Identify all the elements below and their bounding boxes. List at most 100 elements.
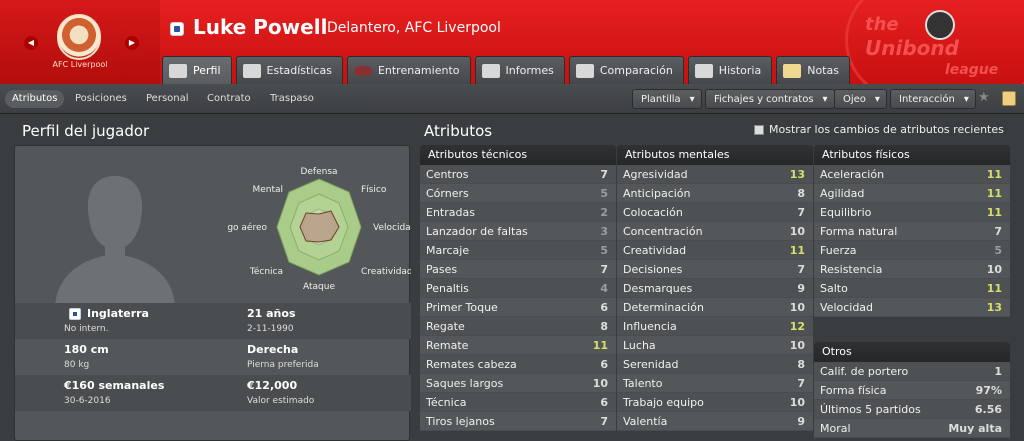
attribute-name: Agresividad <box>623 167 688 181</box>
attribute-row[interactable]: Resistencia 10 <box>814 260 1010 279</box>
prev-arrow-icon[interactable]: ◀ <box>24 36 38 50</box>
tab-informes[interactable]: Informes <box>474 56 565 84</box>
attribute-row[interactable]: Agilidad 11 <box>814 184 1010 203</box>
attribute-row[interactable]: Tiros lejanos 7 <box>420 412 616 431</box>
attribute-row[interactable]: Lanzador de faltas 3 <box>420 222 616 241</box>
attribute-row[interactable]: Lucha 10 <box>617 336 813 355</box>
attribute-name: Moral <box>820 421 851 435</box>
attribute-row[interactable]: Valentía 9 <box>617 412 813 431</box>
tab-estadisticas[interactable]: Estadísticas <box>235 56 343 84</box>
attribute-value: 5 <box>994 243 1002 257</box>
attribute-row[interactable]: Últimos 5 partidos 6.56 <box>814 400 1010 419</box>
subnav-traspaso[interactable]: Traspaso <box>263 90 321 108</box>
player-name: Luke Powell <box>193 15 328 39</box>
attribute-row[interactable]: Primer Toque 6 <box>420 298 616 317</box>
attribute-name: Técnica <box>426 395 467 409</box>
tab-entrenamiento[interactable]: Entrenamiento <box>346 56 471 84</box>
attribute-name: Desmarques <box>623 281 693 295</box>
subnav-personal[interactable]: Personal <box>139 90 196 108</box>
attribute-row[interactable]: Forma física 97% <box>814 381 1010 400</box>
tab-notas[interactable]: Notas <box>776 56 850 84</box>
attribute-value: 13 <box>789 167 805 181</box>
other-attributes-list: Calif. de portero 1 Forma física 97% Últimos… <box>814 362 1010 438</box>
attribute-row[interactable]: Velocidad 13 <box>814 298 1010 317</box>
attribute-name: Remates cabeza <box>426 357 517 371</box>
nationality[interactable]: Inglaterra <box>87 307 149 320</box>
weight: 80 kg <box>64 360 90 370</box>
attribute-value: 3 <box>600 224 608 238</box>
attribute-row[interactable]: Córners 5 <box>420 184 616 203</box>
attribute-row[interactable]: Influencia 12 <box>617 317 813 336</box>
tab-label: Perfil <box>193 64 221 77</box>
attribute-value: 6 <box>600 357 608 371</box>
tab-historia[interactable]: Historia <box>687 56 773 84</box>
attribute-row[interactable]: Centros 7 <box>420 165 616 184</box>
attribute-row[interactable]: Desmarques 9 <box>617 279 813 298</box>
attribute-value: 12 <box>789 319 805 333</box>
attribute-row[interactable]: Talento 7 <box>617 374 813 393</box>
attribute-row[interactable]: Serenidad 8 <box>617 355 813 374</box>
subnav-contrato[interactable]: Contrato <box>200 90 258 108</box>
attribute-row[interactable]: Creatividad 11 <box>617 241 813 260</box>
show-changes-checkbox[interactable] <box>754 125 764 135</box>
attribute-row[interactable]: Moral Muy alta <box>814 419 1010 438</box>
logo-text-unibond: Unibond <box>865 36 959 60</box>
subnav-posiciones[interactable]: Posiciones <box>68 90 134 108</box>
radar-label-creatividad: Creatividad <box>361 267 411 277</box>
attribute-row[interactable]: Salto 11 <box>814 279 1010 298</box>
attribute-row[interactable]: Agresividad 13 <box>617 165 813 184</box>
club-crest[interactable] <box>57 14 101 60</box>
show-changes-label[interactable]: Mostrar los cambios de atributos recient… <box>769 123 1004 136</box>
attribute-row[interactable]: Entradas 2 <box>420 203 616 222</box>
player-silhouette-icon <box>55 176 175 306</box>
next-arrow-icon[interactable]: ▶ <box>125 36 139 50</box>
player-position-club[interactable]: Delantero, AFC Liverpool <box>327 20 501 36</box>
attribute-value: 6.56 <box>974 402 1002 416</box>
attribute-name: Calif. de portero <box>820 364 909 378</box>
attribute-row[interactable]: Equilibrio 11 <box>814 203 1010 222</box>
attribute-row[interactable]: Calif. de portero 1 <box>814 362 1010 381</box>
attribute-value: 10 <box>789 224 805 238</box>
notes-icon <box>783 63 802 78</box>
compare-icon <box>575 63 594 78</box>
star-icon[interactable]: ★ <box>978 90 990 105</box>
interaccion-dropdown[interactable]: Interacción <box>890 89 976 110</box>
plantilla-dropdown[interactable]: Plantilla <box>632 89 702 110</box>
attribute-value: 7 <box>600 414 608 428</box>
attribute-row[interactable]: Forma natural 7 <box>814 222 1010 241</box>
attribute-row[interactable]: Fuerza 5 <box>814 241 1010 260</box>
attribute-value: 7 <box>600 262 608 276</box>
mental-attributes-list: Agresividad 13 Anticipación 8 Colocación 7 Con… <box>617 165 813 431</box>
attribute-row[interactable]: Trabajo equipo 10 <box>617 393 813 412</box>
tab-comparacion[interactable]: Comparación <box>568 56 684 84</box>
ojeo-dropdown[interactable]: Ojeo <box>834 89 887 110</box>
attribute-value: 2 <box>600 205 608 219</box>
attribute-row[interactable]: Concentración 10 <box>617 222 813 241</box>
attribute-row[interactable]: Remates cabeza 6 <box>420 355 616 374</box>
attribute-row[interactable]: Técnica 6 <box>420 393 616 412</box>
fichajes-dropdown[interactable]: Fichajes y contratos <box>705 89 835 110</box>
attribute-row[interactable]: Anticipación 8 <box>617 184 813 203</box>
attribute-row[interactable]: Pases 7 <box>420 260 616 279</box>
attribute-row[interactable]: Saques largos 10 <box>420 374 616 393</box>
attribute-row[interactable]: Regate 8 <box>420 317 616 336</box>
attribute-value: 11 <box>986 186 1002 200</box>
player-profile-panel: Defensa Físico Velocidad Creatividad Ata… <box>14 145 411 441</box>
attribute-row[interactable]: Aceleración 11 <box>814 165 1010 184</box>
subnav-atributos[interactable]: Atributos <box>5 90 65 108</box>
attribute-name: Forma natural <box>820 224 898 238</box>
tab-perfil[interactable]: Perfil <box>162 56 232 84</box>
attribute-row[interactable]: Penaltis 4 <box>420 279 616 298</box>
attribute-name: Agilidad <box>820 186 865 200</box>
attribute-value: 10 <box>592 376 608 390</box>
attribute-name: Influencia <box>623 319 677 333</box>
attribute-name: Equilibrio <box>820 205 872 219</box>
attribute-row[interactable]: Marcaje 5 <box>420 241 616 260</box>
attribute-row[interactable]: Determinación 10 <box>617 298 813 317</box>
attribute-row[interactable]: Decisiones 7 <box>617 260 813 279</box>
attribute-value: 10 <box>789 395 805 409</box>
attribute-row[interactable]: Colocación 7 <box>617 203 813 222</box>
attribute-name: Remate <box>426 338 469 352</box>
attribute-row[interactable]: Remate 11 <box>420 336 616 355</box>
add-note-icon[interactable] <box>1002 91 1016 106</box>
